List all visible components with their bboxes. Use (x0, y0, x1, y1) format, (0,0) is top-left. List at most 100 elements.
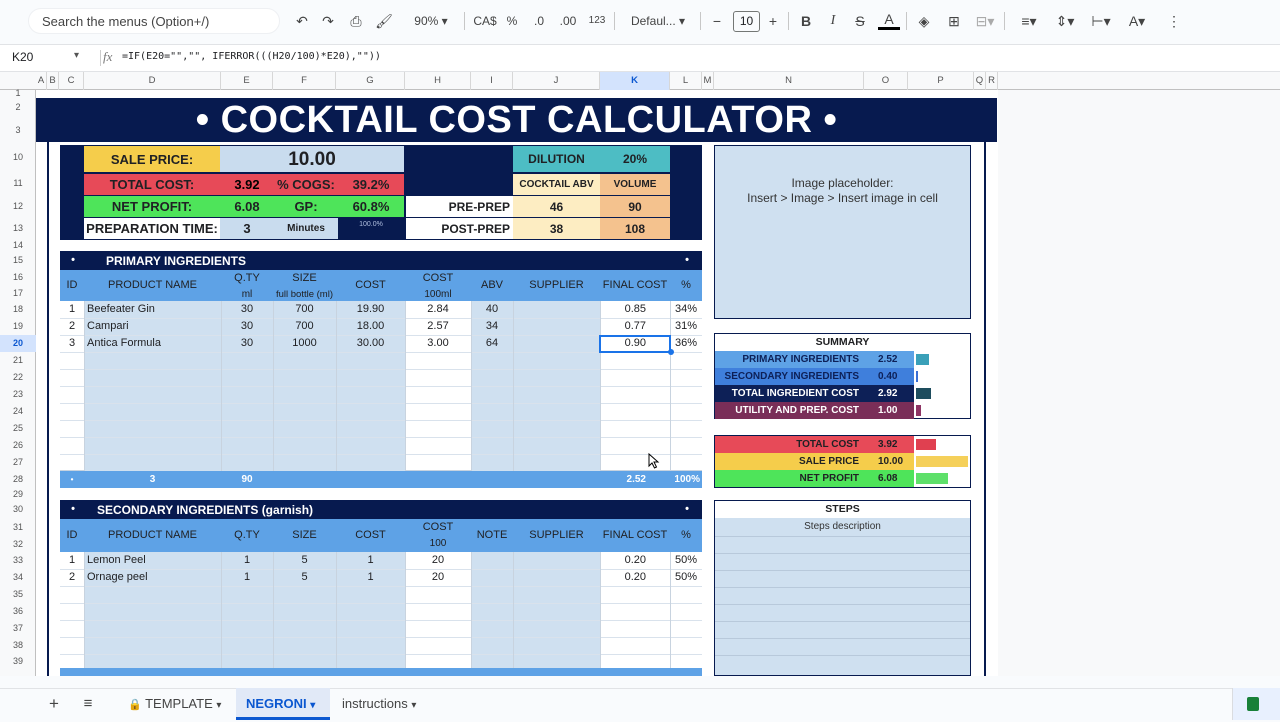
primary-row-qty[interactable]: 30 (221, 335, 273, 352)
secondary-row-final-cost[interactable]: 0.20 (600, 569, 646, 586)
secondary-row-name[interactable]: Ornage peel (87, 569, 148, 586)
column-header-p[interactable]: P (908, 72, 974, 90)
row-header-10[interactable]: 10 (0, 144, 36, 171)
row-header-32[interactable]: 32 (0, 536, 36, 552)
text-rotation-icon[interactable]: A▾ (1122, 10, 1152, 32)
column-header-o[interactable]: O (864, 72, 908, 90)
sale-price-value[interactable]: 10.00 (220, 146, 404, 172)
column-header-a[interactable]: A (36, 72, 47, 90)
column-header-k[interactable]: K (600, 72, 670, 90)
redo-icon[interactable]: ↷ (318, 10, 338, 32)
row-header-27[interactable]: 27 (0, 454, 36, 471)
row-header-26[interactable]: 26 (0, 437, 36, 454)
column-header-m[interactable]: M (702, 72, 714, 90)
row-header-16[interactable]: 16 (0, 270, 36, 285)
row-header-37[interactable]: 37 (0, 620, 36, 637)
row-header-21[interactable]: 21 (0, 352, 36, 369)
dilution-value[interactable]: 20% (600, 146, 670, 172)
selected-cell-k20[interactable] (599, 335, 671, 353)
column-header-b[interactable]: B (47, 72, 59, 90)
image-placeholder[interactable] (714, 145, 971, 319)
row-header-24[interactable]: 24 (0, 403, 36, 420)
row-header-23[interactable]: 23 (0, 386, 36, 403)
row-header-31[interactable]: 31 (0, 519, 36, 536)
primary-row-size[interactable]: 1000 (273, 335, 336, 352)
bold-button[interactable]: B (796, 10, 816, 32)
italic-button[interactable]: I (823, 10, 843, 32)
prep-time-value[interactable]: 3 (220, 218, 274, 239)
primary-row-name[interactable]: Antica Formula (87, 335, 161, 352)
vertical-align-icon[interactable]: ⇕▾ (1050, 10, 1080, 32)
row-header-36[interactable]: 36 (0, 603, 36, 620)
text-wrapping-icon[interactable]: ⊢▾ (1086, 10, 1116, 32)
tab-negroni[interactable]: NEGRONI ▾ (236, 688, 330, 720)
secondary-row-final-cost[interactable]: 0.20 (600, 552, 646, 569)
row-header-25[interactable]: 25 (0, 420, 36, 437)
row-header-34[interactable]: 34 (0, 569, 36, 586)
borders-icon[interactable]: ⊞ (943, 10, 965, 32)
horizontal-align-icon[interactable]: ≡▾ (1014, 10, 1044, 32)
zoom-select[interactable]: 90% ▾ (400, 10, 462, 32)
currency-format-button[interactable]: CA$ (470, 10, 500, 32)
font-size-decrease-icon[interactable]: − (708, 10, 726, 32)
column-header-r[interactable]: R (986, 72, 998, 90)
more-formats-button[interactable]: 123 (585, 10, 609, 32)
primary-row-name[interactable]: Campari (87, 318, 129, 335)
row-header-39[interactable]: 39 (0, 654, 36, 668)
row-header-3[interactable]: 3 (0, 118, 36, 142)
secondary-row-size[interactable]: 5 (273, 569, 336, 586)
name-box-dropdown-icon[interactable]: ▾ (74, 50, 79, 61)
row-header-15[interactable]: 15 (0, 251, 36, 270)
secondary-row-size[interactable]: 5 (273, 552, 336, 569)
merge-cells-icon[interactable]: ⊟▾ (972, 10, 998, 32)
text-color-button[interactable]: A (878, 10, 900, 30)
row-header-30[interactable]: 30 (0, 500, 36, 519)
row-header-11[interactable]: 11 (0, 172, 36, 195)
percent-format-button[interactable]: % (502, 10, 522, 32)
more-options-icon[interactable]: ⋮ (1164, 10, 1184, 32)
secondary-row-qty[interactable]: 1 (221, 552, 273, 569)
row-header-13[interactable]: 13 (0, 217, 36, 240)
secondary-row-name[interactable]: Lemon Peel (87, 552, 146, 569)
tab-template[interactable]: 🔒 TEMPLATE ▾ (118, 688, 236, 720)
formula-input[interactable]: =IF(E20="","", IFERROR(((H20/100)*E20),"… (122, 51, 381, 62)
row-header-19[interactable]: 19 (0, 318, 36, 335)
column-header-l[interactable]: L (670, 72, 702, 90)
secondary-row-cost[interactable]: 1 (336, 569, 405, 586)
primary-row-cost[interactable]: 30.00 (336, 335, 405, 352)
primary-row-cost[interactable]: 18.00 (336, 318, 405, 335)
row-header-35[interactable]: 35 (0, 586, 36, 603)
column-header-j[interactable]: J (513, 72, 600, 90)
column-header-n[interactable]: N (714, 72, 864, 90)
primary-row-size[interactable]: 700 (273, 301, 336, 318)
row-header-17[interactable]: 17 (0, 285, 36, 301)
row-header-14[interactable]: 14 (0, 240, 36, 251)
fill-color-icon[interactable]: ◈ (914, 10, 934, 32)
font-size-increase-icon[interactable]: + (764, 10, 782, 32)
tab-instructions[interactable]: instructions ▾ (342, 688, 442, 720)
column-header-c[interactable]: C (59, 72, 84, 90)
search-menus-input[interactable]: Search the menus (Option+/) (28, 8, 280, 34)
row-header-18[interactable]: 18 (0, 301, 36, 318)
add-sheet-icon[interactable]: + (46, 688, 62, 720)
name-box[interactable]: K20 (12, 50, 33, 64)
row-header-28[interactable]: 28 (0, 471, 36, 488)
primary-row-qty[interactable]: 30 (221, 301, 273, 318)
column-header-g[interactable]: G (336, 72, 405, 90)
primary-row-abv[interactable]: 34 (471, 318, 513, 335)
primary-row-final-cost[interactable]: 0.85 (600, 301, 646, 318)
primary-row-final-cost[interactable]: 0.77 (600, 318, 646, 335)
secondary-row-cost[interactable]: 1 (336, 552, 405, 569)
print-icon[interactable]: ⎙ (345, 10, 367, 32)
secondary-row-qty[interactable]: 1 (221, 569, 273, 586)
column-header-i[interactable]: I (471, 72, 513, 90)
column-header-h[interactable]: H (405, 72, 471, 90)
primary-row-abv[interactable]: 64 (471, 335, 513, 352)
column-header-f[interactable]: F (273, 72, 336, 90)
primary-row-cost[interactable]: 19.90 (336, 301, 405, 318)
paint-format-icon[interactable]: 🖌 (373, 10, 395, 32)
primary-row-size[interactable]: 700 (273, 318, 336, 335)
row-header-20[interactable]: 20 (0, 335, 36, 352)
decrease-decimal-button[interactable]: .0 (528, 10, 550, 32)
strikethrough-icon[interactable]: S (850, 10, 870, 32)
